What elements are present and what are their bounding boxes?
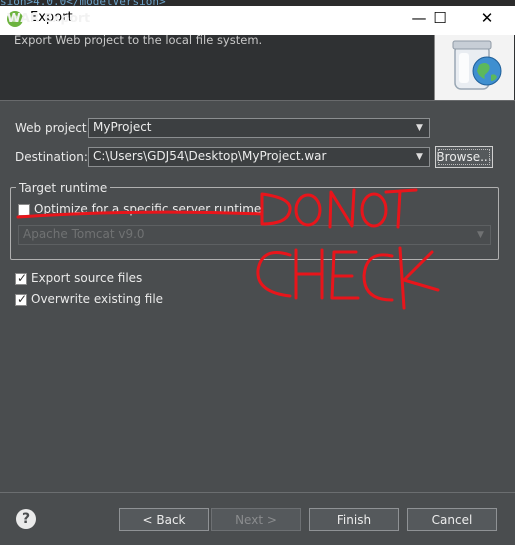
annotation-letter-o	[360, 192, 388, 228]
web-project-combo[interactable]: MyProject ▼	[88, 118, 430, 138]
annotation-letter-h	[294, 248, 324, 300]
back-button[interactable]: < Back	[119, 508, 209, 531]
maximize-button[interactable]: ☐	[417, 0, 463, 35]
browse-button[interactable]: Browse...	[435, 146, 493, 168]
chevron-down-icon[interactable]: ▼	[410, 119, 429, 137]
destination-label: Destination:	[15, 150, 88, 164]
annotation-letter-k	[398, 246, 440, 310]
handwritten-do-not-check-annotation	[16, 188, 440, 310]
wizard-title: WAR Export	[7, 10, 91, 25]
annotation-letter-o	[294, 193, 322, 227]
annotation-letter-d	[260, 192, 292, 226]
web-project-value: MyProject	[93, 120, 152, 134]
war-export-jar-globe-icon	[434, 35, 514, 100]
annotation-letter-e	[330, 250, 360, 300]
annotation-letter-n	[328, 188, 356, 229]
close-button[interactable]: ✕	[464, 0, 510, 35]
wizard-description: Export Web project to the local file sys…	[14, 33, 263, 47]
chevron-down-icon[interactable]: ▼	[410, 148, 429, 166]
annotation-underline	[16, 210, 264, 219]
annotation-letter-c	[256, 251, 292, 298]
help-icon[interactable]: ?	[16, 509, 36, 529]
finish-button[interactable]: Finish	[309, 508, 399, 531]
annotation-letter-t	[384, 188, 418, 229]
destination-value: C:\Users\GDJ54\Desktop\MyProject.war	[93, 149, 327, 163]
destination-combo[interactable]: C:\Users\GDJ54\Desktop\MyProject.war ▼	[88, 147, 430, 167]
next-button: Next >	[211, 508, 301, 531]
footer-separator	[0, 492, 515, 493]
cancel-button[interactable]: Cancel	[407, 508, 497, 531]
web-project-label: Web project:	[15, 121, 91, 135]
annotation-letter-c	[362, 253, 394, 302]
